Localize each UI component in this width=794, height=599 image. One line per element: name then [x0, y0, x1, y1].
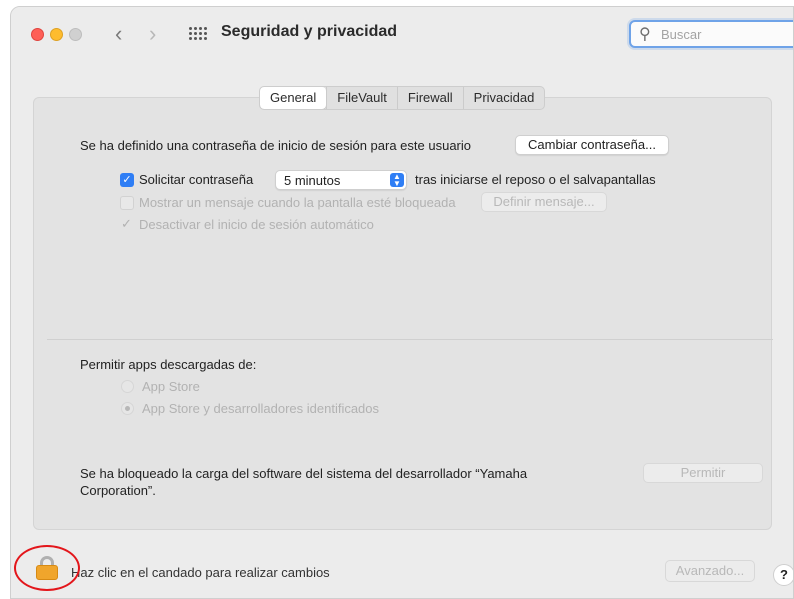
show-message-label: Mostrar un mensaje cuando la pantalla es…	[139, 195, 456, 210]
allow-button[interactable]: Permitir	[643, 463, 763, 483]
chevron-updown-icon: ▲ ▼	[390, 173, 404, 188]
minimize-window-button[interactable]	[50, 28, 63, 41]
title-bar: ‹ › Seguridad y privacidad ⚲ Buscar	[11, 7, 793, 63]
search-field[interactable]: ⚲ Buscar	[629, 20, 793, 48]
advanced-button[interactable]: Avanzado...	[665, 560, 755, 582]
show-all-grid-icon[interactable]	[189, 27, 207, 41]
search-icon: ⚲	[639, 26, 651, 43]
radio-app-store-identified[interactable]	[121, 402, 134, 415]
tab-general[interactable]: General	[260, 87, 327, 109]
require-password-checkbox[interactable]: ✓	[120, 173, 134, 187]
radio-app-store-identified-label: App Store y desarrolladores identificado…	[142, 401, 380, 416]
help-button[interactable]: ?	[773, 564, 793, 586]
require-password-select-value: 5 minutos	[284, 173, 341, 188]
zoom-window-button[interactable]	[69, 28, 82, 41]
set-message-button[interactable]: Definir mensaje...	[481, 192, 607, 212]
back-icon[interactable]: ‹	[115, 21, 122, 47]
tab-bar: General FileVault Firewall Privacidad	[259, 86, 546, 110]
password-set-text: Se ha definido una contraseña de inicio …	[80, 138, 471, 153]
radio-app-store-label: App Store	[142, 379, 200, 394]
change-password-button[interactable]: Cambiar contraseña...	[515, 135, 669, 155]
preferences-window: ‹ › Seguridad y privacidad ⚲ Buscar Gene…	[10, 6, 794, 599]
checkmark-icon: ✓	[121, 216, 132, 231]
require-password-label: Solicitar contraseña	[139, 172, 254, 187]
lock-hint-text: Haz clic en el candado para realizar cam…	[71, 565, 330, 580]
require-password-select[interactable]: 5 minutos ▲ ▼	[275, 170, 407, 190]
show-message-checkbox[interactable]	[120, 196, 134, 210]
blocked-software-text-line1: Se ha bloqueado la carga del software de…	[80, 466, 528, 481]
allow-apps-heading: Permitir apps descargadas de:	[80, 357, 257, 372]
blocked-software-text-line2: Corporation”.	[80, 483, 156, 498]
radio-app-store[interactable]	[121, 380, 134, 393]
forward-icon[interactable]: ›	[149, 21, 156, 47]
close-window-button[interactable]	[31, 28, 44, 41]
annotation-circle	[14, 545, 80, 591]
section-divider	[47, 339, 773, 340]
window-title: Seguridad y privacidad	[221, 23, 398, 40]
tab-firewall[interactable]: Firewall	[396, 87, 463, 109]
tab-filevault[interactable]: FileVault	[326, 87, 397, 109]
disable-autologin-label: Desactivar el inicio de sesión automátic…	[139, 217, 374, 232]
require-password-suffix: tras iniciarse el reposo o el salvapanta…	[415, 172, 656, 187]
tab-privacidad[interactable]: Privacidad	[462, 87, 545, 109]
search-placeholder: Buscar	[661, 27, 702, 42]
